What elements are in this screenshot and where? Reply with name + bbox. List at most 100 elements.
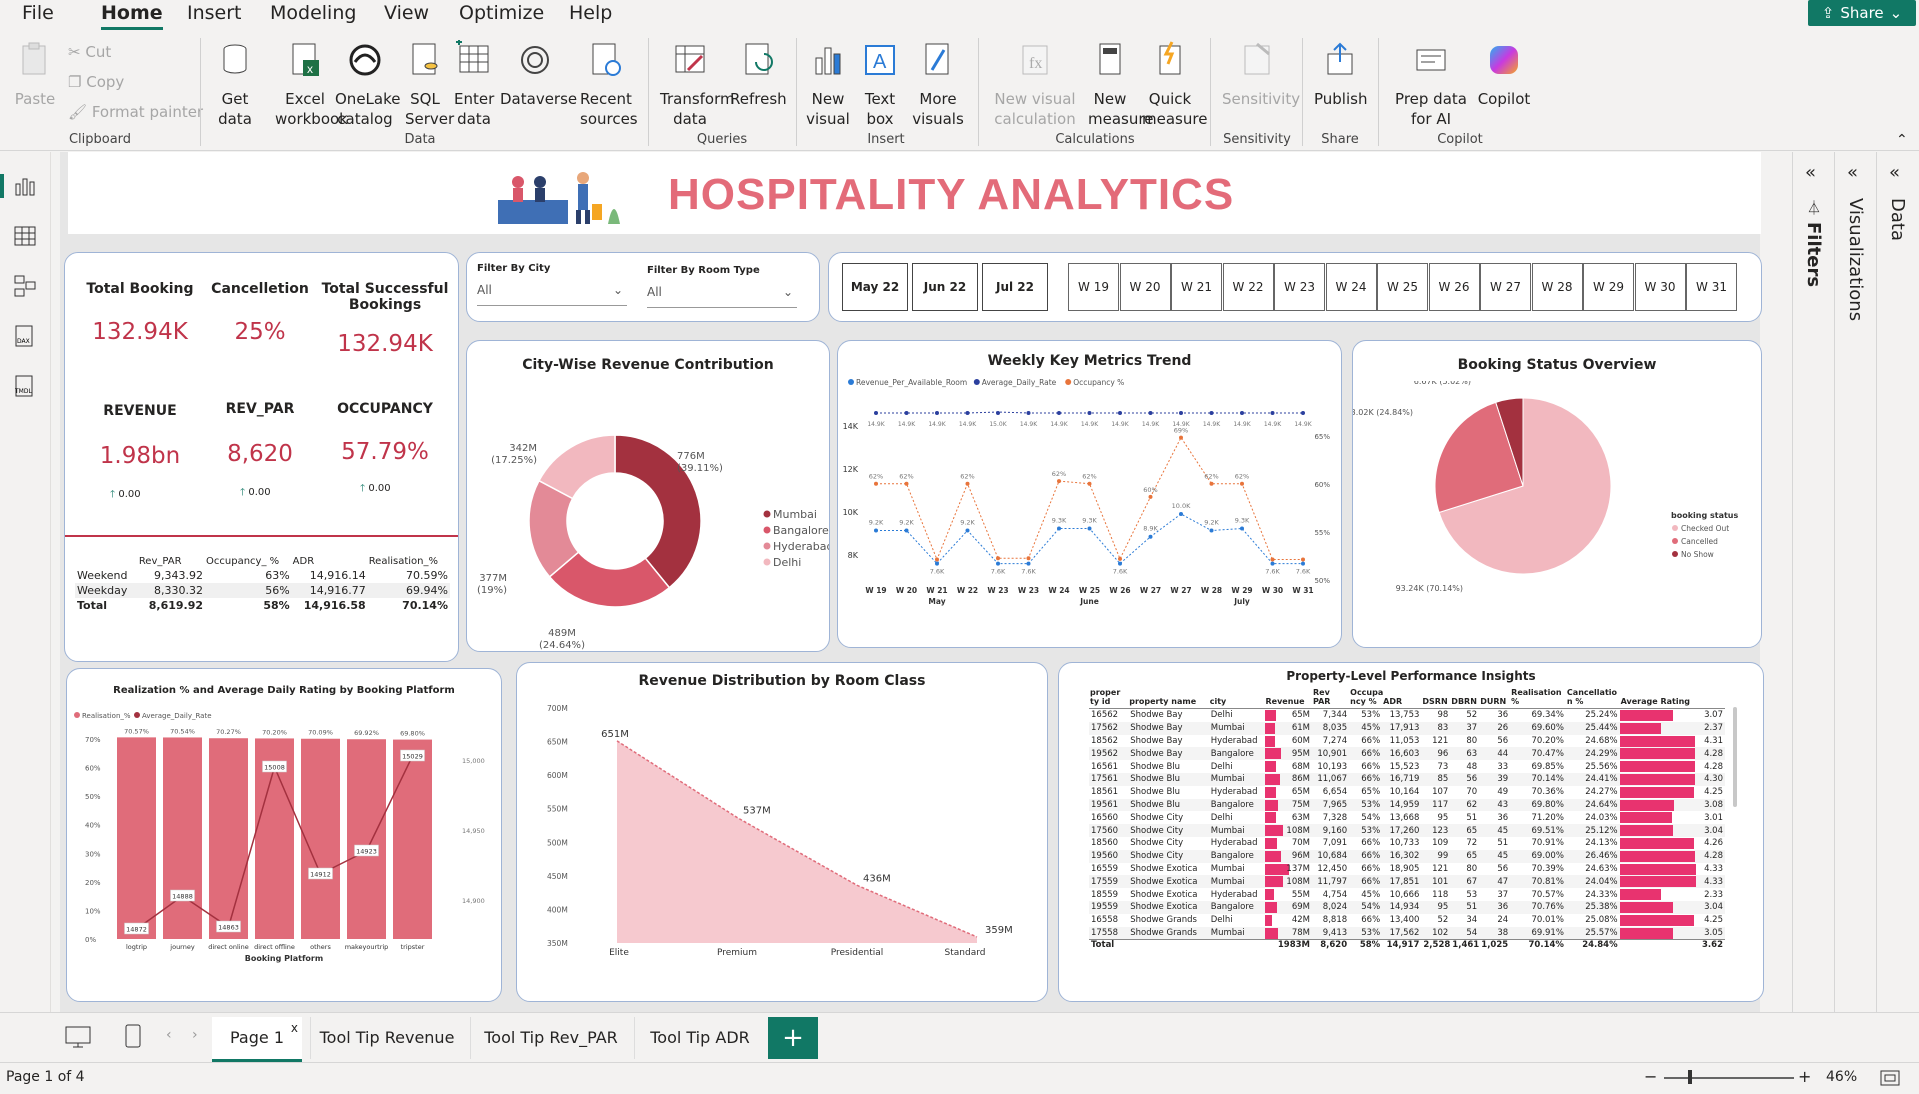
week-slicer-button[interactable]: W 31 xyxy=(1686,263,1737,311)
text-box-button[interactable]: A Text box xyxy=(860,40,900,129)
get-data-button[interactable]: Get data xyxy=(210,40,260,129)
report-view-icon[interactable] xyxy=(13,174,37,198)
table-header[interactable]: DURN xyxy=(1479,687,1511,709)
table-header[interactable]: Realisation % xyxy=(1510,687,1566,709)
table-header[interactable]: property name xyxy=(1128,687,1209,709)
copy-button[interactable]: ❐ Copy xyxy=(68,72,124,92)
zoom-slider[interactable] xyxy=(1664,1077,1794,1079)
adr-point xyxy=(1240,411,1244,415)
collapse-filters-icon[interactable]: « xyxy=(1805,162,1816,183)
table-header[interactable]: DBRN xyxy=(1450,687,1480,709)
model-view-icon[interactable] xyxy=(13,274,37,298)
onelake-catalog-button[interactable]: OneLake catalog xyxy=(335,40,400,129)
menu-insert[interactable]: Insert xyxy=(187,0,242,26)
copilot-button[interactable]: Copilot xyxy=(1474,40,1534,109)
month-slicer-button[interactable]: May 22 xyxy=(842,263,908,311)
data-pane[interactable]: « Data xyxy=(1876,152,1919,1012)
table-header[interactable]: Average Rating xyxy=(1619,687,1725,709)
menu-home[interactable]: Home xyxy=(101,0,163,30)
format-painter-button[interactable]: 🖌 Format painter xyxy=(68,102,203,122)
week-slicer-button[interactable]: W 26 xyxy=(1428,263,1480,311)
week-slicer-button[interactable]: W 29 xyxy=(1583,263,1634,311)
transform-data-button[interactable]: Transform data xyxy=(660,40,735,129)
table-header[interactable]: ADR xyxy=(1382,687,1422,709)
publish-button[interactable]: Publish xyxy=(1314,40,1367,109)
table-header[interactable]: Occupancy_ % xyxy=(205,555,292,568)
tmdl-view-icon[interactable]: TMDL xyxy=(13,374,37,398)
menu-view[interactable]: View xyxy=(384,0,429,26)
dataverse-button[interactable]: Dataverse xyxy=(500,40,577,109)
table-header[interactable]: proper ty id xyxy=(1089,687,1129,709)
menu-modeling[interactable]: Modeling xyxy=(270,0,356,26)
week-slicer-button[interactable]: W 25 xyxy=(1377,263,1428,311)
table-header[interactable]: Revenue xyxy=(1264,687,1312,709)
paste-button[interactable]: Paste xyxy=(14,40,56,109)
table-cell: 9,413 xyxy=(1322,927,1348,938)
collapse-ribbon-icon[interactable]: ⌃ xyxy=(1896,132,1908,148)
table-header[interactable]: Rev_PAR xyxy=(138,555,205,568)
table-header[interactable]: DSRN xyxy=(1421,687,1451,709)
tab-tool-tip-revenue[interactable]: Tool Tip Revenue xyxy=(310,1017,463,1059)
week-slicer-button[interactable]: W 30 xyxy=(1634,263,1686,311)
new-measure-button[interactable]: New measure xyxy=(1088,40,1153,129)
zoom-out-icon[interactable]: − xyxy=(1644,1067,1657,1086)
desktop-layout-icon[interactable] xyxy=(64,1025,92,1049)
table-header[interactable]: ADR xyxy=(292,555,368,568)
sensitivity-button[interactable]: Sensitivity xyxy=(1222,40,1300,109)
occupancy-data-label: 62% xyxy=(899,473,913,481)
table-header[interactable]: Rev PAR xyxy=(1311,687,1350,709)
collapse-data-icon[interactable]: « xyxy=(1889,162,1900,183)
tab-tool-tip-adr[interactable]: Tool Tip ADR xyxy=(634,1017,765,1059)
fit-to-page-icon[interactable] xyxy=(1880,1069,1900,1087)
table-header[interactable] xyxy=(75,555,138,568)
zoom-in-icon[interactable]: + xyxy=(1798,1067,1811,1086)
dax-query-view-icon[interactable]: DAX xyxy=(13,324,37,348)
week-slicer-button[interactable]: W 20 xyxy=(1119,263,1171,311)
collapse-visualizations-icon[interactable]: « xyxy=(1847,162,1858,183)
table-header[interactable]: Occupa ncy % xyxy=(1349,687,1383,709)
prep-data-for-ai-button[interactable]: Prep data for AI xyxy=(1388,40,1474,129)
menu-optimize[interactable]: Optimize xyxy=(459,0,544,26)
add-page-button[interactable]: + xyxy=(768,1017,818,1059)
new-visual-button[interactable]: New visual xyxy=(806,40,850,129)
table-header[interactable]: city xyxy=(1208,687,1265,709)
recent-sources-button[interactable]: Recent sources xyxy=(580,40,638,129)
week-slicer-button[interactable]: W 22 xyxy=(1222,263,1274,311)
mobile-layout-icon[interactable] xyxy=(124,1023,142,1049)
week-slicer-button[interactable]: W 19 xyxy=(1068,263,1119,311)
table-view-icon[interactable] xyxy=(13,224,37,248)
sql-server-button[interactable]: SQL Server xyxy=(405,40,454,129)
share-button[interactable]: ⇪ Share ⌄ xyxy=(1808,0,1916,26)
occupancy-point xyxy=(1240,481,1244,486)
bar-data-label: 70.54% xyxy=(170,727,195,735)
week-slicer-button[interactable]: W 21 xyxy=(1171,263,1222,311)
cut-button[interactable]: ✂ Cut xyxy=(68,42,111,62)
tab-tool-tip-revpar[interactable]: Tool Tip Rev_PAR xyxy=(470,1017,631,1059)
close-icon[interactable]: x xyxy=(291,1007,298,1049)
prev-page-icon[interactable]: ‹ xyxy=(166,1027,172,1043)
visualizations-pane[interactable]: « Visualizations xyxy=(1834,152,1877,1012)
filters-pane[interactable]: « ⏃ Filters xyxy=(1792,152,1835,1012)
new-visual-calculation-button[interactable]: fx New visual calculation xyxy=(990,40,1080,129)
next-page-icon[interactable]: › xyxy=(192,1027,198,1043)
quick-measure-button[interactable]: Quick measure xyxy=(1142,40,1207,129)
table-header[interactable]: Realisation_% xyxy=(368,555,450,568)
zoom-slider-thumb[interactable] xyxy=(1688,1070,1692,1084)
week-slicer-button[interactable]: W 27 xyxy=(1480,263,1531,311)
week-slicer-button[interactable]: W 28 xyxy=(1531,263,1583,311)
more-visuals-button[interactable]: More visuals xyxy=(910,40,966,129)
week-slicer-button[interactable]: W 23 xyxy=(1274,263,1325,311)
refresh-button[interactable]: Refresh xyxy=(730,40,787,109)
city-filter-dropdown[interactable]: All ⌄ xyxy=(477,283,627,306)
excel-workbook-button[interactable]: x Excel workbook xyxy=(275,40,348,129)
menu-file[interactable]: File xyxy=(22,0,54,26)
month-slicer-button[interactable]: Jul 22 xyxy=(982,263,1048,311)
tab-page-1[interactable]: Page 1x xyxy=(212,1017,302,1062)
room-filter-dropdown[interactable]: All ⌄ xyxy=(647,285,797,308)
table-header[interactable]: Cancellatio n % xyxy=(1565,687,1620,709)
month-slicer-button[interactable]: Jun 22 xyxy=(912,263,978,311)
enter-data-button[interactable]: Enter data xyxy=(454,39,494,129)
menu-help[interactable]: Help xyxy=(569,0,612,26)
week-slicer-button[interactable]: W 24 xyxy=(1325,263,1377,311)
table-scrollbar[interactable] xyxy=(1733,707,1737,807)
